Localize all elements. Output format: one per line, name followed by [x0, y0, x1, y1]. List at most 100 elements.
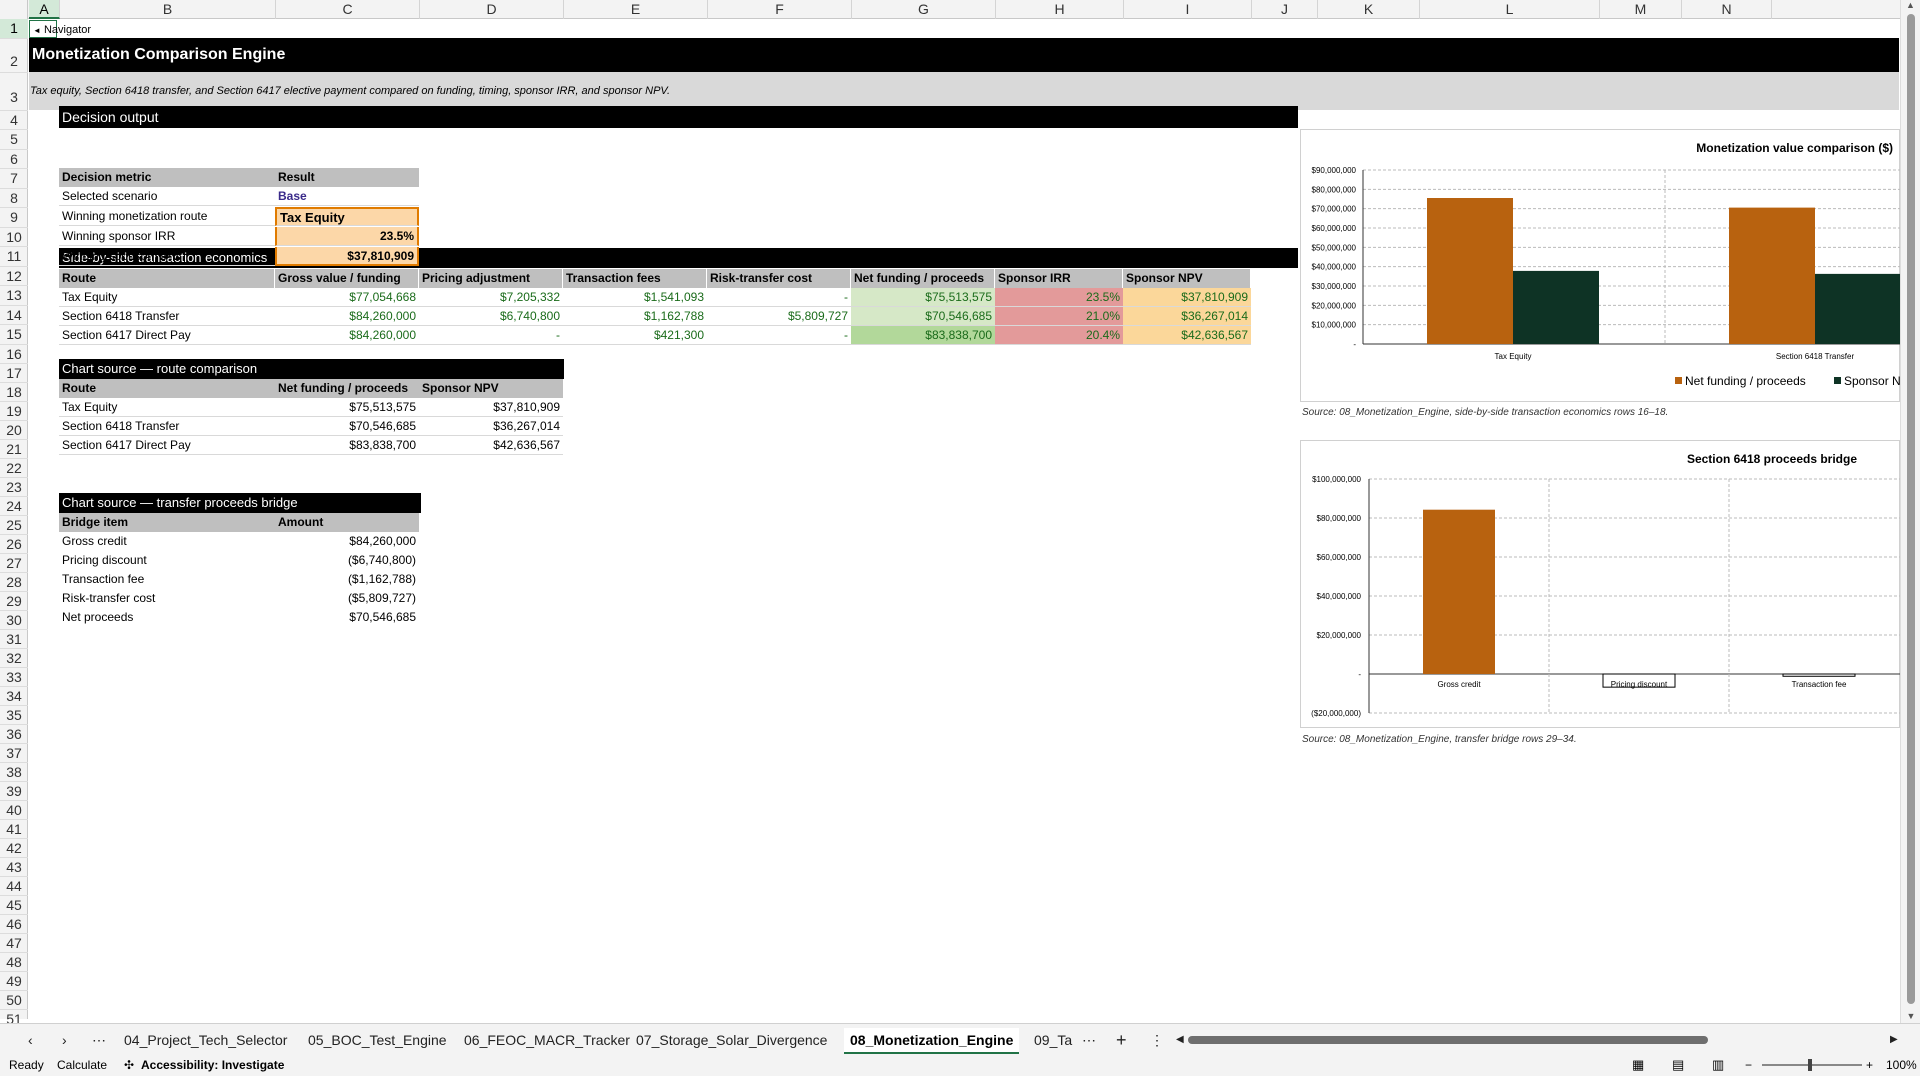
row-header-1[interactable]: 1 — [0, 19, 28, 39]
tab-more-left-icon[interactable]: ⋯ — [86, 1028, 112, 1052]
row-header-37[interactable]: 37 — [0, 744, 28, 763]
tab-07[interactable]: 07_Storage_Solar_Divergence — [630, 1028, 833, 1052]
row-header-43[interactable]: 43 — [0, 858, 28, 877]
bridge-cell-r3-c1[interactable]: ($5,809,727) — [275, 589, 419, 608]
sbs-cell-r0-c3[interactable]: $1,541,093 — [563, 288, 707, 307]
chart-proceeds-bridge[interactable]: Section 6418 proceeds bridge ($20,000,000… — [1300, 440, 1901, 728]
tab-06[interactable]: 06_FEOC_MACR_Tracker — [458, 1028, 636, 1052]
status-calculate[interactable]: Calculate — [57, 1054, 107, 1076]
zoom-in-icon[interactable]: + — [1866, 1054, 1873, 1076]
sbs-cell-r0-c2[interactable]: $7,205,332 — [419, 288, 563, 307]
row-header-27[interactable]: 27 — [0, 554, 28, 573]
row-header-41[interactable]: 41 — [0, 820, 28, 839]
tab-options-icon[interactable]: ⋮ — [1144, 1028, 1170, 1052]
tab-09[interactable]: 09_Ta — [1028, 1028, 1078, 1052]
decision-metric-1[interactable]: Winning monetization route — [59, 207, 275, 226]
row-header-46[interactable]: 46 — [0, 915, 28, 934]
row-header-4[interactable]: 4 — [0, 111, 28, 130]
row-header-9[interactable]: 9 — [0, 208, 28, 228]
scroll-down-icon[interactable]: ▼ — [1901, 1011, 1920, 1021]
column-header-a[interactable]: A — [29, 0, 60, 19]
status-accessibility[interactable]: Accessibility: Investigate — [141, 1054, 284, 1076]
row-header-24[interactable]: 24 — [0, 497, 28, 516]
column-header-g[interactable]: G — [852, 0, 996, 19]
scroll-thumb[interactable] — [1907, 14, 1915, 1004]
row-header-12[interactable]: 12 — [0, 267, 28, 286]
row-header-3[interactable]: 3 — [0, 73, 28, 111]
row-header-33[interactable]: 33 — [0, 668, 28, 687]
row-header-30[interactable]: 30 — [0, 611, 28, 630]
row-header-19[interactable]: 19 — [0, 402, 28, 421]
row-header-23[interactable]: 23 — [0, 478, 28, 497]
decision-result-2[interactable]: 23.5% — [275, 227, 419, 246]
row-header-17[interactable]: 17 — [0, 364, 28, 383]
bridge-cell-r0-c0[interactable]: Gross credit — [59, 532, 275, 551]
chart-monetization-comparison[interactable]: Monetization value comparison ($) - $10,00… — [1300, 129, 1901, 402]
sbs-cell-r2-c7[interactable]: $42,636,567 — [1123, 326, 1251, 345]
bridge-cell-r4-c1[interactable]: $70,546,685 — [275, 608, 419, 627]
row-header-11[interactable]: 11 — [0, 247, 28, 267]
sbs-cell-r1-c5[interactable]: $70,546,685 — [851, 307, 995, 326]
row-header-28[interactable]: 28 — [0, 573, 28, 592]
sbs-cell-r0-c0[interactable]: Tax Equity — [59, 288, 275, 307]
column-header-d[interactable]: D — [420, 0, 564, 19]
scroll-up-icon[interactable]: ▲ — [1901, 0, 1920, 10]
tab-08-active[interactable]: 08_Monetization_Engine — [844, 1028, 1020, 1055]
sbs-cell-r2-c3[interactable]: $421,300 — [563, 326, 707, 345]
horizontal-scrollbar[interactable] — [1188, 1036, 1708, 1044]
add-sheet-icon[interactable]: + — [1110, 1028, 1133, 1052]
row-header-47[interactable]: 47 — [0, 934, 28, 953]
sbs-cell-r1-c7[interactable]: $36,267,014 — [1123, 307, 1251, 326]
zoom-out-icon[interactable]: − — [1745, 1054, 1752, 1076]
row-header-13[interactable]: 13 — [0, 286, 28, 306]
row-header-36[interactable]: 36 — [0, 725, 28, 744]
column-header-h[interactable]: H — [996, 0, 1124, 19]
zoom-slider[interactable] — [1762, 1059, 1862, 1071]
row-header-2[interactable]: 2 — [0, 39, 28, 73]
bridge-cell-r2-c0[interactable]: Transaction fee — [59, 570, 275, 589]
row-header-42[interactable]: 42 — [0, 839, 28, 858]
vertical-scrollbar[interactable]: ▲ ▼ — [1900, 0, 1920, 1023]
tab-04[interactable]: 04_Project_Tech_Selector — [118, 1028, 293, 1052]
tab-more-right-icon[interactable]: ⋯ — [1076, 1028, 1102, 1052]
route-cell-r2-c2[interactable]: $42,636,567 — [419, 436, 563, 455]
sbs-cell-r0-c4[interactable]: - — [707, 288, 851, 307]
sbs-cell-r1-c4[interactable]: $5,809,727 — [707, 307, 851, 326]
row-header-10[interactable]: 10 — [0, 228, 28, 247]
navigator-link[interactable]: ◄ Navigator — [29, 20, 91, 38]
route-cell-r0-c0[interactable]: Tax Equity — [59, 398, 275, 417]
row-header-22[interactable]: 22 — [0, 459, 28, 478]
sbs-cell-r1-c2[interactable]: $6,740,800 — [419, 307, 563, 326]
decision-metric-2[interactable]: Winning sponsor IRR — [59, 227, 275, 246]
bridge-cell-r2-c1[interactable]: ($1,162,788) — [275, 570, 419, 589]
decision-metric-0[interactable]: Selected scenario — [59, 187, 275, 206]
column-header-b[interactable]: B — [60, 0, 276, 19]
sbs-cell-r0-c6[interactable]: 23.5% — [995, 288, 1123, 307]
row-header-34[interactable]: 34 — [0, 687, 28, 706]
column-header-i[interactable]: I — [1124, 0, 1252, 19]
column-header-f[interactable]: F — [708, 0, 852, 19]
route-cell-r1-c1[interactable]: $70,546,685 — [275, 417, 419, 436]
sbs-cell-r0-c7[interactable]: $37,810,909 — [1123, 288, 1251, 307]
tab-scroll-left-icon[interactable]: ‹ — [22, 1028, 39, 1052]
tab-05[interactable]: 05_BOC_Test_Engine — [302, 1028, 453, 1052]
page-layout-icon[interactable]: ▤ — [1672, 1054, 1684, 1076]
row-header-18[interactable]: 18 — [0, 383, 28, 402]
select-all-corner[interactable] — [0, 0, 28, 19]
route-cell-r0-c2[interactable]: $37,810,909 — [419, 398, 563, 417]
row-header-26[interactable]: 26 — [0, 535, 28, 554]
sbs-cell-r2-c6[interactable]: 20.4% — [995, 326, 1123, 345]
row-header-16[interactable]: 16 — [0, 345, 28, 364]
column-header-j[interactable]: J — [1252, 0, 1318, 19]
column-header-m[interactable]: M — [1600, 0, 1682, 19]
hscroll-right-icon[interactable]: ▶ — [1884, 1028, 1904, 1052]
row-header-29[interactable]: 29 — [0, 592, 28, 611]
row-header-5[interactable]: 5 — [0, 130, 28, 150]
page-break-icon[interactable]: ▥ — [1712, 1054, 1724, 1076]
row-header-14[interactable]: 14 — [0, 306, 28, 325]
decision-result-3[interactable]: $37,810,909 — [275, 247, 419, 266]
row-header-15[interactable]: 15 — [0, 325, 28, 345]
sbs-cell-r0-c1[interactable]: $77,054,668 — [275, 288, 419, 307]
decision-result-1[interactable]: Tax Equity — [275, 207, 419, 226]
decision-metric-3[interactable]: Winning sponsor NPV — [59, 247, 275, 266]
